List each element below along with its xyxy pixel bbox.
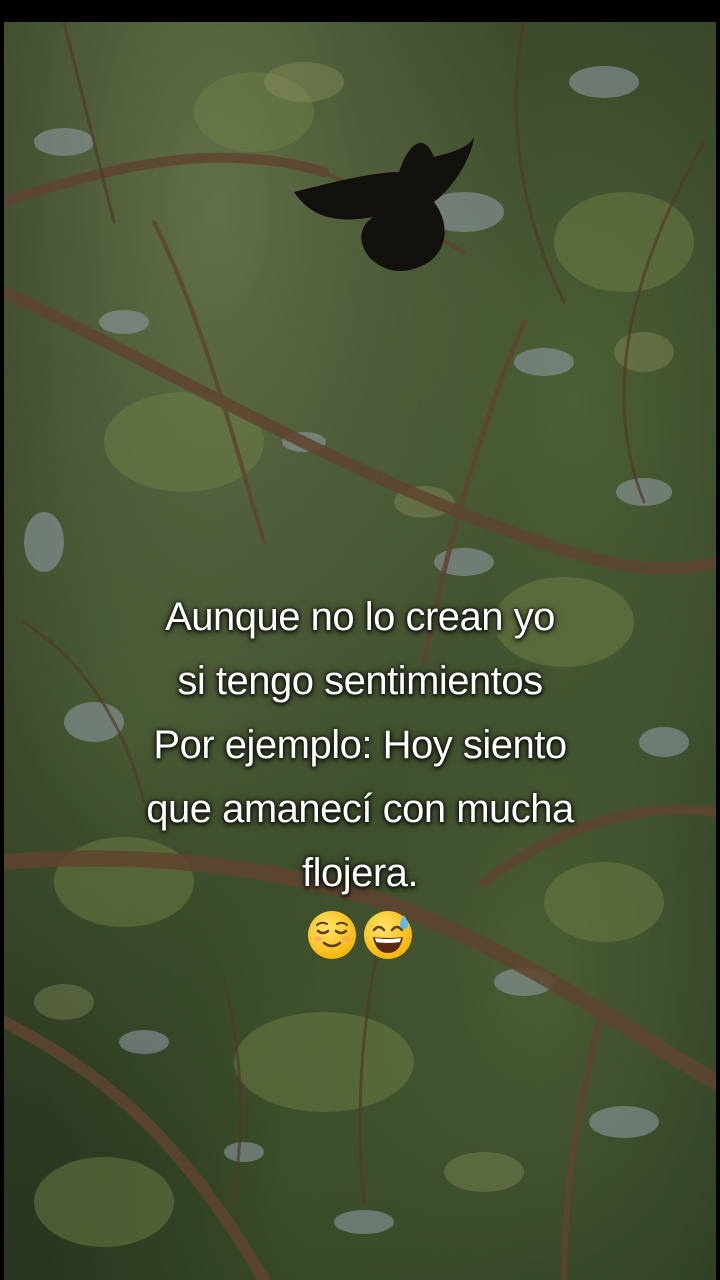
video-frame: Aunque no lo crean yo si tengo sentimien…	[0, 0, 720, 1280]
relieved-face-icon	[308, 911, 356, 959]
grinning-face-with-sweat-icon	[364, 911, 412, 959]
caption-line: Aunque no lo crean yo	[165, 595, 555, 639]
caption-line: flojera.	[301, 851, 419, 895]
caption-line: Por ejemplo: Hoy siento	[153, 723, 567, 767]
caption-line: si tengo sentimientos	[177, 659, 543, 703]
caption-text-overlay: Aunque no lo crean yo si tengo sentimien…	[60, 585, 660, 961]
caption-emoji-row	[60, 909, 660, 961]
top-status-bar	[0, 0, 720, 22]
caption-line: que amanecí con mucha	[146, 787, 574, 831]
